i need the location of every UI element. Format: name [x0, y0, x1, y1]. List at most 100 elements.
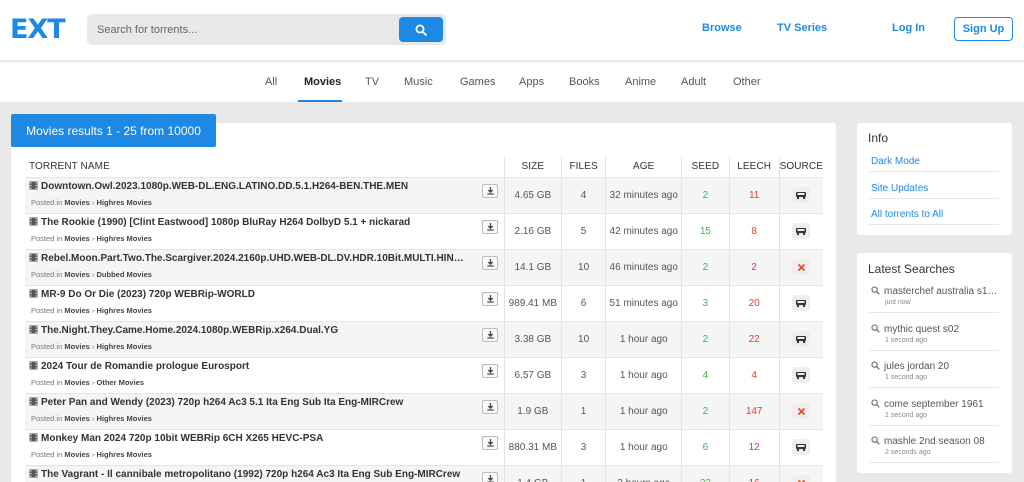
category-link[interactable]: Movies	[64, 378, 89, 387]
latest-search-item[interactable]: mashle 2nd season 08 2 seconds ago	[871, 436, 1001, 456]
table-row[interactable]: Downtown.Owl.2023.1080p.WEB-DL.ENG.LATIN…	[25, 176, 823, 213]
torrent-title-link[interactable]: The Rookie (1990) [Clint Eastwood] 1080p…	[29, 217, 464, 228]
subcategory-link[interactable]: Highres Movies	[96, 450, 151, 459]
col-size[interactable]: SIZE	[504, 157, 562, 177]
col-source[interactable]: SOURCE	[778, 157, 823, 177]
tab-games[interactable]: Games	[460, 76, 495, 88]
subcategory-link[interactable]: Highres Movies	[96, 234, 151, 243]
download-button[interactable]	[482, 255, 498, 270]
latest-search-item[interactable]: mythic quest s02 1 second ago	[871, 324, 1001, 344]
table-row[interactable]: The Vagrant - Il cannibale metropolitano…	[25, 464, 823, 482]
category-link[interactable]: Movies	[64, 270, 89, 279]
col-torrent-name[interactable]: TORRENT NAME	[25, 157, 505, 177]
size-cell: 880.31 MB	[504, 428, 562, 465]
film-icon	[29, 253, 38, 262]
source-badge[interactable]	[792, 367, 811, 383]
tab-all[interactable]: All	[265, 76, 277, 88]
tab-books[interactable]: Books	[569, 76, 600, 88]
age-cell: 32 minutes ago	[605, 176, 682, 213]
download-button[interactable]	[482, 291, 498, 306]
download-button[interactable]	[482, 471, 498, 482]
tab-apps[interactable]: Apps	[519, 76, 544, 88]
torrent-title-link[interactable]: Monkey Man 2024 720p 10bit WEBRip 6CH X2…	[29, 433, 464, 444]
seed-cell: 6	[681, 428, 730, 465]
subcategory-link[interactable]: Other Movies	[96, 378, 144, 387]
table-row[interactable]: 2024 Tour de Romandie prologue Eurosport…	[25, 356, 823, 393]
torrent-title-link[interactable]: Rebel.Moon.Part.Two.The.Scargiver.2024.2…	[29, 253, 464, 264]
age-cell: 46 minutes ago	[605, 248, 682, 285]
download-button[interactable]	[482, 327, 498, 342]
age-cell: 1 hour ago	[605, 320, 682, 357]
col-leech[interactable]: LEECH	[728, 157, 780, 177]
close-icon	[797, 407, 805, 415]
category-link[interactable]: Movies	[64, 306, 89, 315]
col-files[interactable]: FILES	[560, 157, 606, 177]
col-age[interactable]: AGE	[605, 157, 682, 177]
torrent-name-cell: Peter Pan and Wendy (2023) 720p h264 Ac3…	[25, 392, 505, 429]
category-link[interactable]: Movies	[64, 234, 89, 243]
source-badge[interactable]	[792, 439, 811, 455]
category-link[interactable]: Movies	[64, 342, 89, 351]
tab-other[interactable]: Other	[733, 76, 761, 88]
search-input[interactable]	[97, 18, 387, 41]
category-link[interactable]: Movies	[64, 198, 89, 207]
tab-adult[interactable]: Adult	[681, 76, 706, 88]
leech-cell: 22	[728, 320, 780, 357]
download-button[interactable]	[482, 399, 498, 414]
subcategory-link[interactable]: Dubbed Movies	[96, 270, 151, 279]
posted-in-label: Posted in	[31, 306, 63, 315]
torrent-title-link[interactable]: Downtown.Owl.2023.1080p.WEB-DL.ENG.LATIN…	[29, 181, 464, 192]
torrent-title-link[interactable]: The Vagrant - Il cannibale metropolitano…	[29, 469, 464, 480]
tab-movies[interactable]: Movies	[304, 76, 341, 88]
tv-series-link[interactable]: TV Series	[777, 22, 827, 34]
login-link[interactable]: Log In	[892, 22, 925, 34]
divider	[869, 198, 999, 199]
download-button[interactable]	[482, 219, 498, 234]
table-row[interactable]: Monkey Man 2024 720p 10bit WEBRip 6CH X2…	[25, 428, 823, 465]
torrent-name-cell: Downtown.Owl.2023.1080p.WEB-DL.ENG.LATIN…	[25, 176, 505, 213]
table-row[interactable]: The Rookie (1990) [Clint Eastwood] 1080p…	[25, 212, 823, 249]
torrent-title-link[interactable]: 2024 Tour de Romandie prologue Eurosport	[29, 361, 464, 372]
source-badge[interactable]	[792, 187, 811, 203]
source-badge[interactable]	[792, 331, 811, 347]
torrent-title-link[interactable]: MR-9 Do Or Die (2023) 720p WEBRip-WORLD	[29, 289, 464, 300]
search-button[interactable]	[399, 17, 443, 42]
age-cell: 1 hour ago	[605, 356, 682, 393]
subcategory-link[interactable]: Highres Movies	[96, 198, 151, 207]
files-cell: 3	[560, 428, 606, 465]
browse-link[interactable]: Browse	[702, 22, 742, 34]
source-badge[interactable]	[792, 403, 811, 419]
category-link[interactable]: Movies	[64, 450, 89, 459]
table-row[interactable]: MR-9 Do Or Die (2023) 720p WEBRip-WORLD P…	[25, 284, 823, 321]
dark-mode-link[interactable]: Dark Mode	[871, 156, 920, 167]
tab-music[interactable]: Music	[404, 76, 433, 88]
source-badge[interactable]	[792, 259, 811, 275]
site-logo[interactable]: EXT	[10, 14, 66, 45]
table-row[interactable]: Peter Pan and Wendy (2023) 720p h264 Ac3…	[25, 392, 823, 429]
all-torrents-link[interactable]: All torrents to All	[871, 209, 943, 220]
site-updates-link[interactable]: Site Updates	[871, 183, 928, 194]
latest-search-item[interactable]: come september 1961 1 second ago	[871, 399, 1001, 419]
download-button[interactable]	[482, 183, 498, 198]
source-badge[interactable]	[792, 475, 811, 482]
latest-search-item[interactable]: jules jordan 20 1 second ago	[871, 361, 1001, 381]
torrent-title-link[interactable]: Peter Pan and Wendy (2023) 720p h264 Ac3…	[29, 397, 464, 408]
tab-anime[interactable]: Anime	[625, 76, 656, 88]
col-seed[interactable]: SEED	[681, 157, 730, 177]
download-button[interactable]	[482, 435, 498, 450]
subcategory-link[interactable]: Highres Movies	[96, 306, 151, 315]
table-row[interactable]: Rebel.Moon.Part.Two.The.Scargiver.2024.2…	[25, 248, 823, 285]
torrent-title-link[interactable]: The.Night.They.Came.Home.2024.1080p.WEBR…	[29, 325, 464, 336]
torrent-title: Downtown.Owl.2023.1080p.WEB-DL.ENG.LATIN…	[41, 181, 409, 192]
category-link[interactable]: Movies	[64, 414, 89, 423]
download-button[interactable]	[482, 363, 498, 378]
tab-tv[interactable]: TV	[365, 76, 379, 88]
subcategory-link[interactable]: Highres Movies	[96, 342, 151, 351]
signup-button[interactable]: Sign Up	[954, 17, 1013, 41]
leech-cell: 11	[728, 176, 780, 213]
latest-search-item[interactable]: masterchef australia s16e... just now	[871, 286, 1001, 306]
subcategory-link[interactable]: Highres Movies	[96, 414, 151, 423]
source-badge[interactable]	[792, 295, 811, 311]
source-badge[interactable]	[792, 223, 811, 239]
table-row[interactable]: The.Night.They.Came.Home.2024.1080p.WEBR…	[25, 320, 823, 357]
